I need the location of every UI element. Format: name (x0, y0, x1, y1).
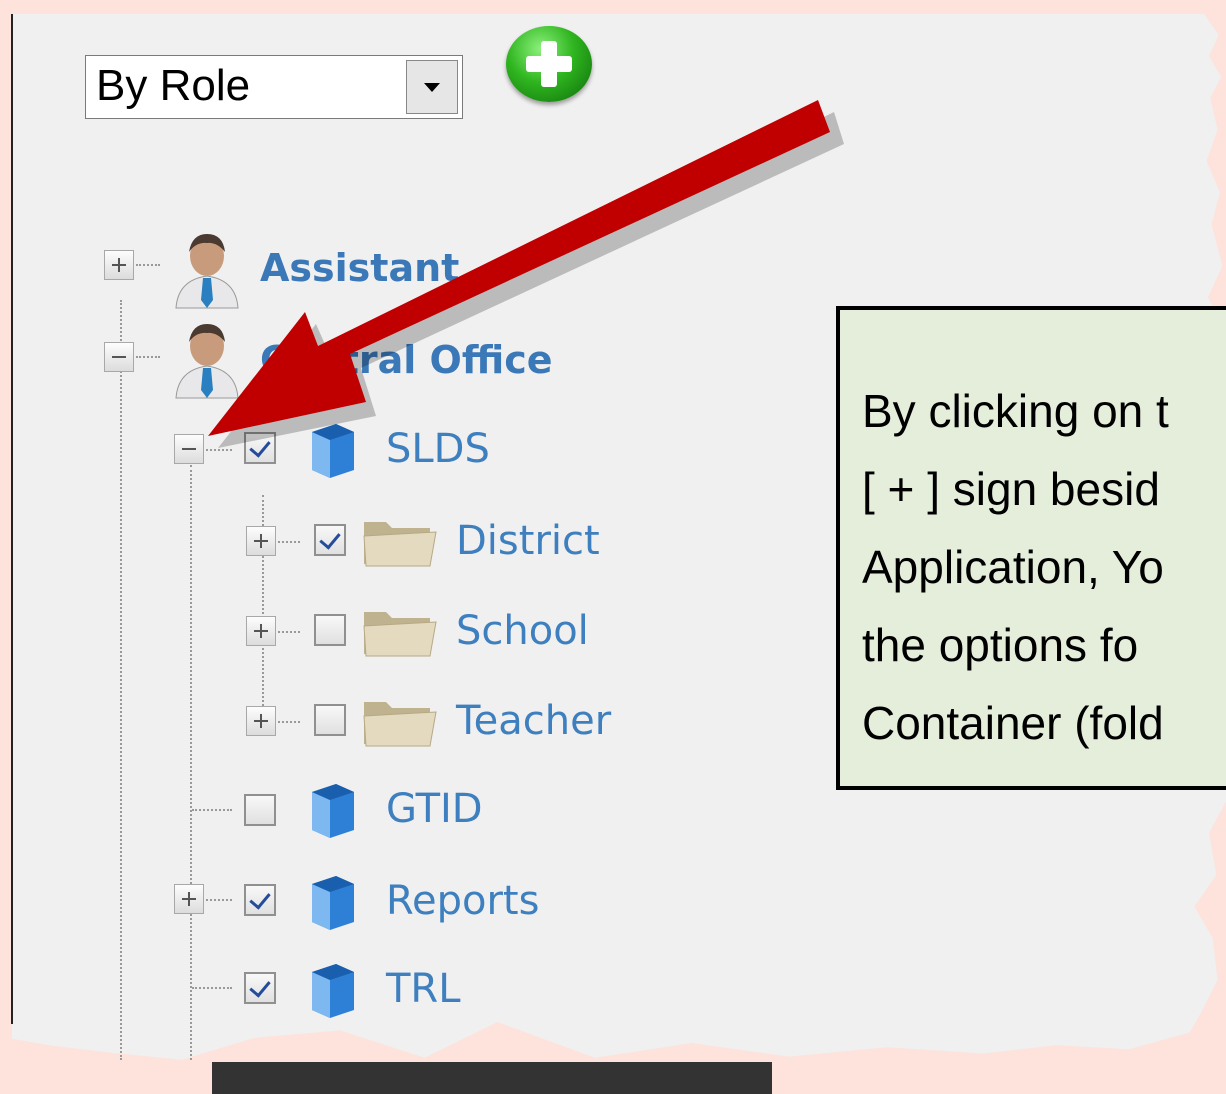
bottom-bar (212, 1062, 772, 1094)
arrow-icon (208, 100, 844, 448)
callout-box: By clicking on t [ + ] sign besid Applic… (836, 306, 1226, 790)
callout-text: By clicking on t [ + ] sign besid Applic… (862, 385, 1169, 749)
